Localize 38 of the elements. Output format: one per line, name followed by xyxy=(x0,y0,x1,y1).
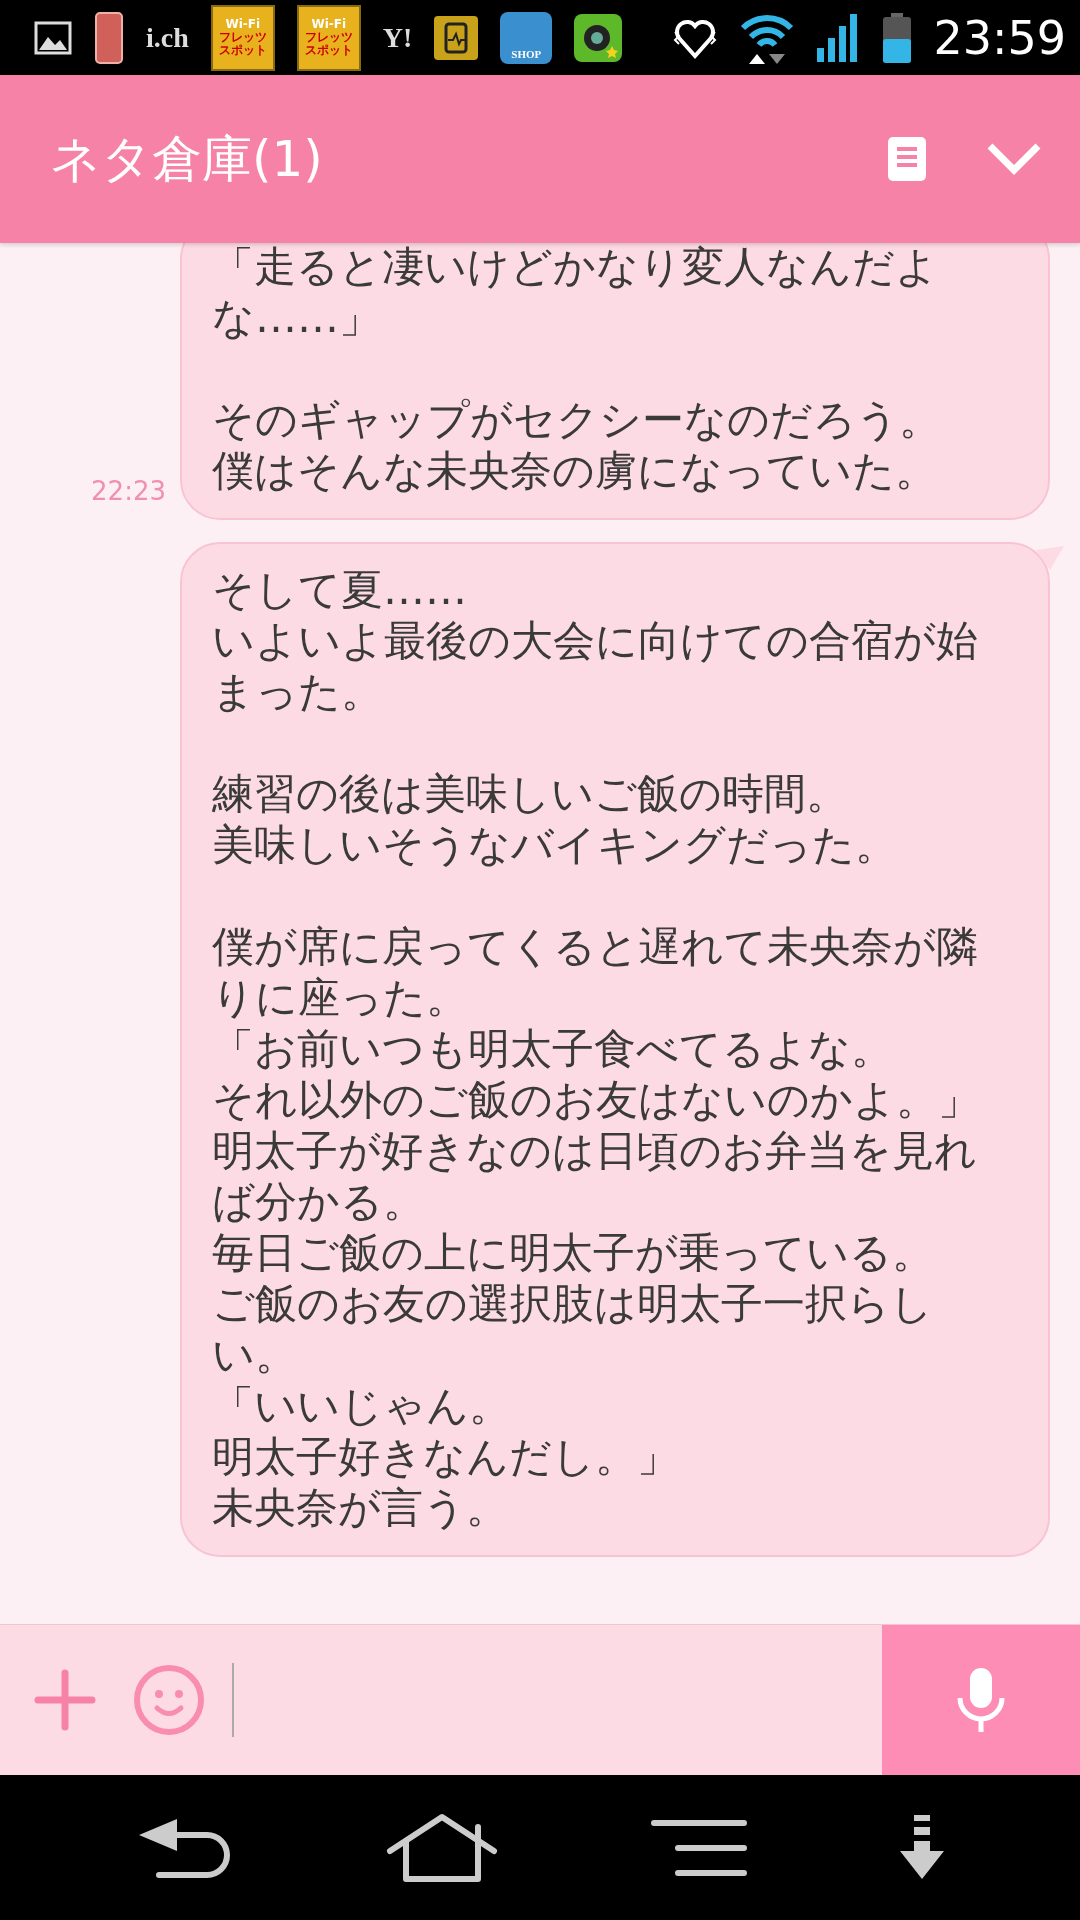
message-text: 美味しいそうなバイキングだった。 xyxy=(212,819,898,870)
message-text: 「いいじゃん。 xyxy=(212,1380,512,1431)
message-text: それ以外のご飯のお友はないのかよ。」 xyxy=(212,1074,981,1125)
message-text: 僕が席に戻ってくると遅れて未央奈が隣りに座った。 xyxy=(212,921,979,1023)
message-text: 僕はそんな未央奈の虜になっていた。 xyxy=(212,445,938,496)
download-button[interactable] xyxy=(899,1814,944,1881)
message-text: 「走ると凄いけどかなり変人なんだよな……」 xyxy=(212,243,939,343)
emoji-button[interactable] xyxy=(132,1663,206,1737)
camera-app-icon xyxy=(574,13,623,62)
message-text: そのギャップがセクシーなのだろう。 xyxy=(212,394,942,445)
image-icon xyxy=(34,20,72,55)
message-text: 明太子が好きなのは日頃のお弁当を見れば分かる。 xyxy=(212,1125,978,1227)
shop-icon: SHOP xyxy=(500,11,553,64)
phone-icon xyxy=(94,10,124,65)
microphone-icon xyxy=(955,1666,1007,1734)
home-button[interactable] xyxy=(385,1812,498,1883)
wifi-spot-icon: Wi-Fi フレッツ スポット xyxy=(210,4,275,71)
message-text: 未央奈が言う。 xyxy=(212,1482,509,1533)
menu-button[interactable] xyxy=(650,1818,747,1877)
battery-app-icon xyxy=(434,15,479,60)
battery-icon xyxy=(883,12,912,63)
app-icon: i.ch xyxy=(146,21,189,54)
message-text: 「お前いつも明太子食べてるよな。 xyxy=(212,1023,894,1074)
clock: 23:59 xyxy=(933,10,1066,65)
message-text: そして夏…… xyxy=(212,564,468,615)
chevron-down-button[interactable] xyxy=(986,142,1042,176)
notes-button[interactable] xyxy=(888,137,926,181)
add-button[interactable] xyxy=(34,1669,96,1731)
message-text: 明太子好きなんだし。」 xyxy=(212,1431,680,1482)
message-text: 毎日ご飯の上に明太子が乗っている。 xyxy=(212,1227,935,1278)
message-text: 練習の後は美味しいご飯の時間。 xyxy=(212,768,849,819)
message-text: いよいよ最後の大会に向けての合宿が始まった。 xyxy=(212,615,979,717)
chat-title: ネタ倉庫(1) xyxy=(50,128,324,190)
wifi-spot-icon: Wi-Fi フレッツ スポット xyxy=(296,4,361,71)
app-icon: Y! xyxy=(382,21,413,54)
message-time: 22:23 xyxy=(90,476,166,508)
microphone-button[interactable] xyxy=(882,1625,1080,1775)
message-text: ご飯のお友の選択肢は明太子一択らしい。 xyxy=(212,1278,934,1380)
